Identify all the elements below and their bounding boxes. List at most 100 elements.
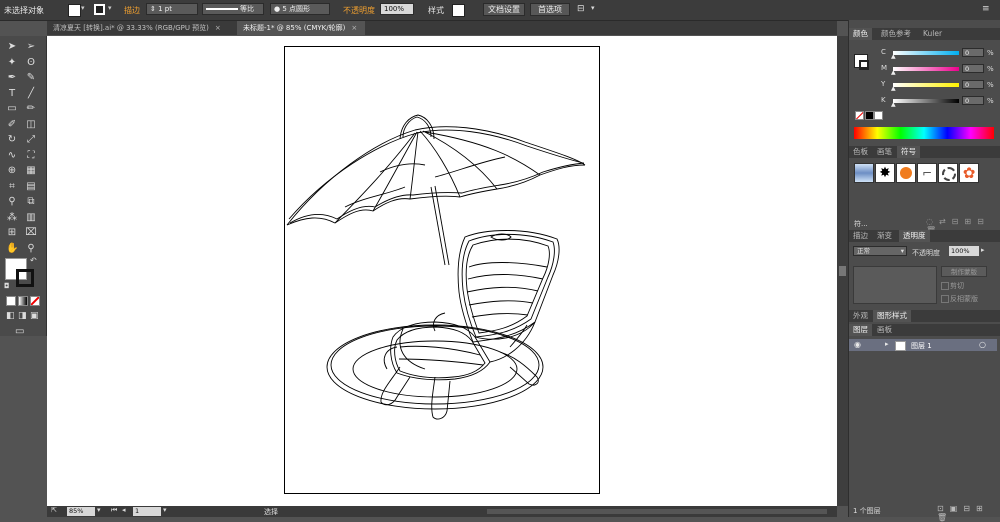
pencil-icon[interactable]: ✐ [6,119,18,131]
blend-mode-select[interactable]: 正常 ▾ [853,246,907,256]
type-icon[interactable]: T [6,88,18,100]
tab-swatches[interactable]: 色板 [849,146,872,158]
tab-document-1[interactable]: 清凉夏天 [转换].ai* @ 33.33% (RGB/GPU 预览) × [47,21,237,35]
tab-brushes[interactable]: 画笔 [873,146,896,158]
tab-color[interactable]: 颜色 [849,28,872,40]
clip-checkbox[interactable] [941,282,949,290]
slider-thumb-icon[interactable]: ▲ [891,69,896,76]
slider-thumb-icon[interactable]: ▲ [891,85,896,92]
horizontal-scrollbar[interactable] [487,509,827,514]
swap-icon[interactable]: ↶ [30,256,37,265]
graph-icon[interactable]: ▥ [25,212,37,224]
tab-layers[interactable]: 图层 [849,324,872,336]
shape-builder-icon[interactable]: ⊕ [6,165,18,177]
close-icon[interactable]: × [215,24,221,32]
hand-icon[interactable]: ✋ [6,243,18,255]
channel-slider[interactable] [893,99,959,103]
color-mode-icon[interactable] [6,296,16,306]
tab-graphic-styles[interactable]: 图形样式 [873,310,911,322]
symbol-library-label[interactable]: 符... [854,219,868,229]
channel-value[interactable]: 0 [962,64,984,73]
chevron-down-icon[interactable]: ▾ [81,4,85,12]
layer-name[interactable]: 图层 1 [911,341,932,351]
tab-color-guide[interactable]: 颜色参考 [877,28,915,40]
channel-slider[interactable] [893,67,959,71]
scroll-thumb[interactable] [839,266,846,276]
zoom-field[interactable]: 85% [67,507,95,516]
tab-symbols[interactable]: 符号 [897,146,920,158]
stroke-label[interactable]: 描边 [124,5,140,16]
target-icon[interactable]: ○ [979,340,986,349]
stroke-swatch[interactable] [94,4,105,15]
opacity-label[interactable]: 不透明度 [343,5,375,16]
chevron-down-icon[interactable]: ▾ [97,506,101,514]
blend-icon[interactable]: ⧉ [25,196,37,208]
chevron-down-icon[interactable]: ▾ [163,506,167,514]
screen-mode-icon[interactable]: ▭ [15,326,24,337]
zoom-icon[interactable]: ⚲ [25,243,37,255]
expand-triangle-icon[interactable]: ▸ [885,340,889,348]
gradient-icon[interactable]: ▤ [25,181,37,193]
rotate-icon[interactable]: ↻ [6,134,18,146]
tab-artboards[interactable]: 画板 [873,324,896,336]
color-spectrum[interactable] [854,127,994,139]
fill-swatch[interactable] [68,4,81,17]
magic-wand-icon[interactable]: ✦ [6,57,18,69]
white-swatch[interactable] [874,111,883,120]
slider-thumb-icon[interactable]: ▲ [891,101,896,108]
artboard-nav-icon[interactable]: ⇱ [51,506,57,514]
stroke-weight-field[interactable]: ⇕ 1 pt [146,3,198,15]
tab-appearance[interactable]: 外观 [849,310,872,322]
channel-slider[interactable] [893,83,959,87]
make-mask-button[interactable]: 制作蒙版 [941,266,987,277]
opacity-field[interactable]: 100% [380,3,414,15]
chevron-right-icon[interactable]: ▸ [981,246,985,254]
channel-slider[interactable] [893,51,959,55]
first-page-icon[interactable]: ⏮ [111,506,117,515]
draw-inside-icon[interactable]: ▣ [30,311,39,321]
scale-icon[interactable]: ⤢ [25,134,37,146]
opacity-field[interactable]: 100% [949,246,979,256]
prev-page-icon[interactable]: ◂ [122,506,126,514]
line-icon[interactable]: ╱ [25,88,37,100]
tab-stroke[interactable]: 描边 [849,230,872,242]
symbol-sprayer-icon[interactable]: ⁂ [6,212,18,224]
channel-value[interactable]: 0 [962,96,984,105]
perspective-icon[interactable]: ▦ [25,165,37,177]
pen-icon[interactable]: ✒ [6,72,18,84]
none-icon[interactable] [855,111,864,120]
symbol-frame[interactable]: ⌐ [917,163,937,183]
stroke-color-box[interactable] [16,269,34,287]
beach-chair-umbrella-outline[interactable] [285,47,601,495]
none-icon[interactable] [30,296,40,306]
slider-thumb-icon[interactable]: ▲ [891,53,896,60]
paintbrush-icon[interactable]: ✏ [25,103,37,115]
curvature-icon[interactable]: ✎ [25,72,37,84]
chevron-down-icon[interactable]: ▾ [108,4,112,12]
draw-normal-icon[interactable]: ◧ [6,311,15,321]
artboard[interactable] [284,46,600,494]
brush-definition[interactable]: ● 5 点圆形 [270,3,330,15]
variable-width-profile[interactable]: 等比 [202,3,264,15]
invert-mask-checkbox[interactable] [941,295,949,303]
document-setup-button[interactable]: 文档设置 [483,3,525,16]
tab-kuler[interactable]: Kuler [919,28,946,40]
channel-value[interactable]: 0 [962,80,984,89]
canvas-area[interactable] [47,36,837,506]
symbol-splat[interactable]: ✸ [875,163,895,183]
page-field[interactable]: 1 [133,507,161,516]
tab-document-2[interactable]: 未标题-1* @ 85% (CMYK/轮廓) × [237,21,365,35]
eyedropper-icon[interactable]: ⚲ [6,196,18,208]
close-icon[interactable]: × [351,24,357,32]
tab-gradient[interactable]: 渐变 [873,230,896,242]
layer-row[interactable]: ◉ ▸ 图层 1 ○ [849,339,997,351]
direct-selection-tool-icon[interactable]: ➢ [25,41,37,53]
lasso-icon[interactable]: ʘ [25,57,37,69]
rectangle-icon[interactable]: ▭ [6,103,18,115]
draw-behind-icon[interactable]: ◨ [18,311,27,321]
symbol-blue-banner[interactable] [854,163,874,183]
layer-actions[interactable]: ⊡▣⊟⊞🗑 [937,504,1000,522]
gradient-mode-icon[interactable] [18,296,28,306]
channel-value[interactable]: 0 [962,48,984,57]
preferences-button[interactable]: 首选项 [530,3,570,16]
